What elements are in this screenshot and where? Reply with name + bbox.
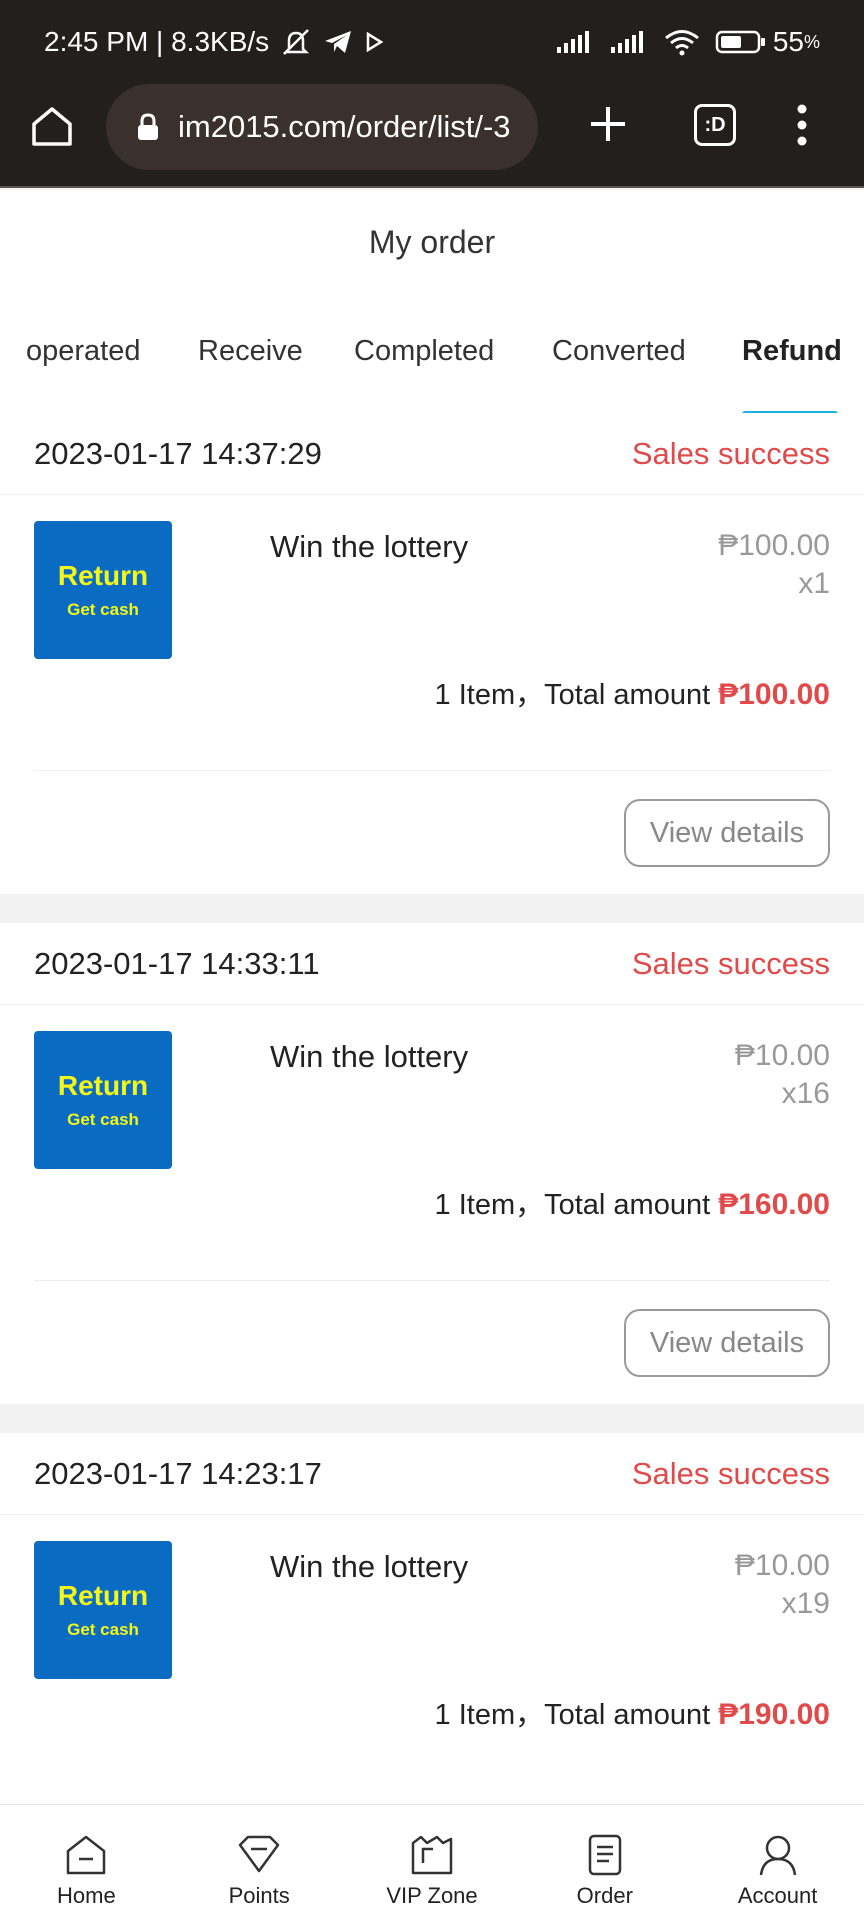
points-icon (238, 1835, 280, 1873)
order-item[interactable]: Return Get cash Win the lottery ₱10.00 x… (0, 1515, 864, 1790)
nav-vip-zone-label: VIP Zone (386, 1883, 478, 1908)
battery-level: 55 (772, 26, 804, 57)
order-total-line: 1 Item，Total amount ₱100.00 (435, 671, 830, 713)
status-right: 55% (555, 26, 820, 58)
thumbnail-title: Return (57, 560, 149, 591)
order-tabs: operated Receive Completed Converted Ref… (0, 295, 864, 417)
order-item[interactable]: Return Get cash Win the lottery ₱100.00 … (0, 495, 864, 770)
order-status: Sales success (631, 1455, 830, 1491)
home-icon (67, 1835, 106, 1875)
order-total-amount: ₱190.00 (718, 1698, 830, 1731)
bottom-nav: Home Points VIP Zone Order Account (0, 1804, 864, 1920)
battery-icon (715, 30, 765, 54)
order-total-line: 1 Item，Total amount ₱160.00 (435, 1181, 830, 1223)
nav-points[interactable]: Points (173, 1805, 346, 1920)
order-date: 2023-01-17 14:37:29 (34, 435, 322, 471)
nav-points-label: Points (228, 1883, 290, 1908)
mute-icon (283, 29, 310, 55)
order-footer: View details (34, 770, 830, 894)
tab-converted[interactable]: Converted (552, 335, 686, 368)
thumbnail-subtitle: Get cash (67, 1620, 139, 1639)
status-bar: 2:45 PM | 8.3KB/s 55% (0, 0, 864, 84)
product-thumbnail[interactable]: Return Get cash (34, 521, 172, 659)
tab-completed[interactable]: Completed (354, 335, 494, 368)
order-card: 2023-01-17 14:33:11 Sales success Return… (0, 923, 864, 1404)
product-name: Win the lottery (270, 1549, 469, 1584)
nav-vip-zone[interactable]: VIP Zone (346, 1805, 519, 1920)
nav-home-label: Home (57, 1883, 116, 1908)
lock-icon (138, 113, 158, 140)
nav-home[interactable]: Home (0, 1805, 173, 1920)
order-header: 2023-01-17 14:33:11 Sales success (0, 923, 864, 1005)
browser-toolbar: im2015.com/order/list/-3 :D (0, 84, 864, 188)
product-name: Win the lottery (270, 1039, 469, 1074)
play-icon (366, 31, 384, 53)
product-name: Win the lottery (270, 529, 469, 564)
battery-unit: % (803, 31, 820, 52)
thumbnail-title: Return (57, 1070, 149, 1101)
order-total-line: 1 Item，Total amount ₱190.00 (435, 1691, 830, 1733)
wifi-icon (664, 30, 699, 56)
status-left: 2:45 PM | 8.3KB/s (44, 26, 385, 58)
tab-receive[interactable]: Receive (198, 335, 303, 368)
order-header: 2023-01-17 14:37:29 Sales success (0, 413, 864, 495)
product-quantity: x19 (781, 1587, 830, 1620)
thumbnail-subtitle: Get cash (67, 1110, 139, 1129)
order-summary: 1 Item，Total amount (434, 1699, 711, 1731)
product-price: ₱10.00 (734, 1039, 830, 1072)
order-card: 2023-01-17 14:23:17 Sales success Return… (0, 1433, 864, 1804)
status-time-speed: 2:45 PM | 8.3KB/s (44, 26, 270, 57)
order-status: Sales success (631, 435, 830, 471)
order-total-amount: ₱100.00 (718, 678, 830, 711)
account-icon (759, 1835, 796, 1876)
tab-refund[interactable]: Refund (742, 335, 842, 368)
signal-icon-2 (610, 31, 643, 53)
order-total-amount: ₱160.00 (718, 1188, 830, 1221)
telegram-icon (325, 31, 352, 53)
product-thumbnail[interactable]: Return Get cash (34, 1541, 172, 1679)
url-text: im2015.com/order/list/-3 (178, 109, 511, 144)
order-summary: 1 Item，Total amount (434, 679, 711, 711)
order-date: 2023-01-17 14:33:11 (34, 945, 320, 981)
order-item[interactable]: Return Get cash Win the lottery ₱10.00 x… (0, 1005, 864, 1280)
order-footer: View details (34, 1280, 830, 1404)
product-quantity: x1 (798, 567, 830, 600)
order-status: Sales success (631, 945, 830, 981)
url-bar[interactable]: im2015.com/order/list/-3 (106, 84, 538, 170)
order-summary: 1 Item，Total amount (434, 1189, 711, 1221)
nav-account[interactable]: Account (691, 1805, 864, 1920)
thumbnail-title: Return (57, 1580, 149, 1611)
nav-account-label: Account (737, 1883, 818, 1908)
more-menu-icon[interactable] (792, 102, 812, 148)
page-title: My order (368, 224, 496, 260)
order-icon (588, 1834, 622, 1876)
nav-order[interactable]: Order (518, 1805, 691, 1920)
product-price: ₱100.00 (718, 529, 830, 562)
product-quantity: x16 (781, 1077, 830, 1110)
battery: 55% (715, 26, 820, 58)
nav-order-label: Order (576, 1883, 633, 1908)
thumbnail-subtitle: Get cash (67, 600, 139, 619)
view-details-button[interactable]: View details (624, 1309, 830, 1377)
view-details-button[interactable]: View details (624, 799, 830, 867)
new-tab-icon[interactable] (588, 104, 628, 144)
product-price: ₱10.00 (734, 1549, 830, 1582)
tab-switcher-button[interactable]: :D (694, 104, 736, 146)
order-header: 2023-01-17 14:23:17 Sales success (0, 1433, 864, 1515)
page-header: My order (0, 190, 864, 295)
order-date: 2023-01-17 14:23:17 (34, 1455, 322, 1491)
product-thumbnail[interactable]: Return Get cash (34, 1031, 172, 1169)
tab-operated[interactable]: operated (26, 335, 141, 368)
signal-icon (556, 31, 589, 53)
tab-switcher-label: :D (704, 113, 726, 136)
order-card: 2023-01-17 14:37:29 Sales success Return… (0, 413, 864, 894)
browser-home-icon[interactable] (30, 104, 74, 148)
vip-icon (411, 1835, 453, 1875)
